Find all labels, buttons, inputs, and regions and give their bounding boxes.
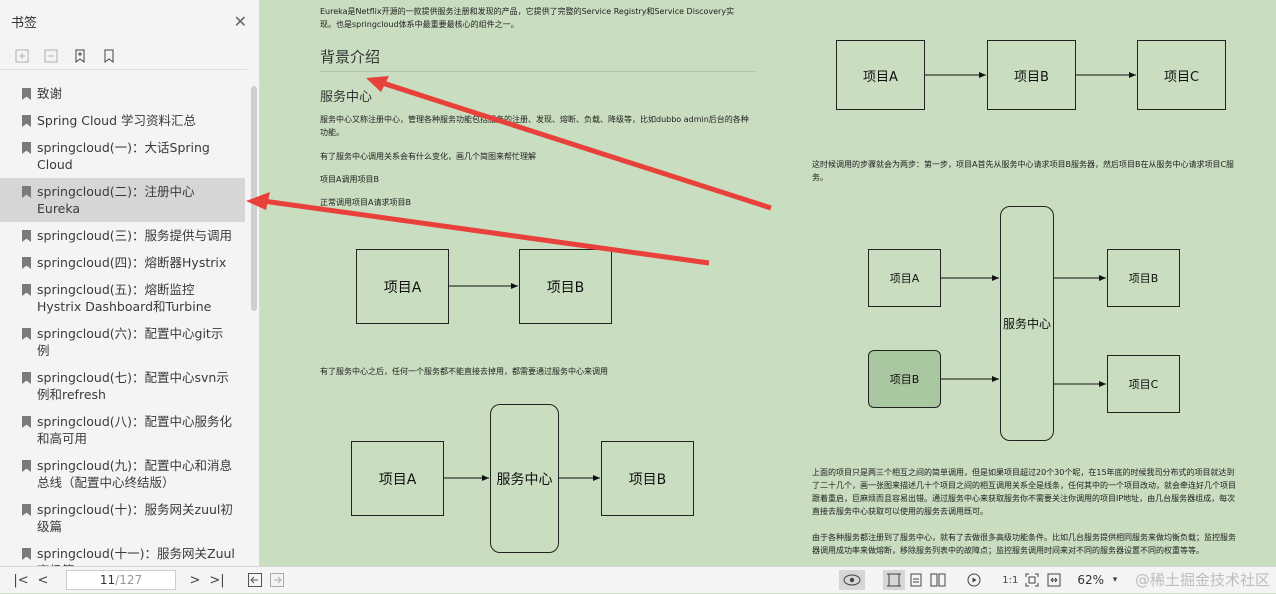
collapse-all-icon[interactable] xyxy=(43,48,59,64)
bookmark-icon[interactable] xyxy=(101,48,117,64)
bookmark-icon xyxy=(22,88,31,100)
add-bookmark-icon[interactable] xyxy=(72,48,88,64)
actual-size-icon[interactable]: 1:1 xyxy=(999,570,1021,590)
sidebar-item-label: springcloud(五)：熔断监控Hystrix Dashboard和Tur… xyxy=(37,282,212,314)
bookmark-icon xyxy=(22,460,31,472)
bookmark-icon xyxy=(22,186,31,198)
sidebar-title: 书签 xyxy=(11,15,38,31)
sidebar-item-label: springcloud(七)：配置中心svn示例和refresh xyxy=(37,370,229,402)
bookmark-list: 致谢 Spring Cloud 学习资料汇总 springcloud(一)：大话Sp… xyxy=(0,80,245,566)
sidebar-item-label: springcloud(三)：服务提供与调用 xyxy=(37,228,233,243)
bookmark-icon xyxy=(22,372,31,384)
sidebar-item[interactable]: springcloud(四)：熔断器Hystrix xyxy=(0,249,245,276)
zoom-level[interactable]: 62% xyxy=(1077,573,1104,587)
sidebar-item[interactable]: springcloud(六)：配置中心git示例 xyxy=(0,320,245,364)
bookmark-icon xyxy=(22,142,31,154)
single-page-view-icon[interactable] xyxy=(883,570,906,590)
sidebar-item[interactable]: springcloud(三)：服务提供与调用 xyxy=(0,222,245,249)
sidebar-item[interactable]: springcloud(九)：配置中心和消息总线（配置中心终结版） xyxy=(0,452,245,496)
bookmark-icon xyxy=(22,284,31,296)
sidebar-item-label: Spring Cloud 学习资料汇总 xyxy=(37,113,196,128)
bookmark-icon xyxy=(22,548,31,560)
eye-care-icon[interactable] xyxy=(839,570,866,590)
bookmark-icon xyxy=(22,257,31,269)
forward-icon[interactable] xyxy=(266,570,288,590)
page-view-icon[interactable] xyxy=(905,570,927,590)
sidebar-item[interactable]: springcloud(八)：配置中心服务化和高可用 xyxy=(0,408,245,452)
zoom-dropdown-icon[interactable]: ▾ xyxy=(1104,570,1126,590)
bookmark-icon xyxy=(22,416,31,428)
sidebar-item[interactable]: springcloud(十一)：服务网关Zuul高级篇 xyxy=(0,540,245,566)
sidebar-item-label: springcloud(十)：服务网关zuul初级篇 xyxy=(37,502,233,534)
bookmark-icon xyxy=(22,115,31,127)
bottom-toolbar: |< < 11/127 > >| 1:1 62% ▾ @稀土掘金技术社区 xyxy=(0,566,1276,593)
play-icon[interactable] xyxy=(963,570,985,590)
first-page-icon[interactable]: |< xyxy=(10,570,32,590)
sidebar-item[interactable]: springcloud(一)：大话Spring Cloud xyxy=(0,134,245,178)
last-page-icon[interactable]: >| xyxy=(206,570,228,590)
sidebar-item[interactable]: Spring Cloud 学习资料汇总 xyxy=(0,107,245,134)
prev-page-icon[interactable]: < xyxy=(32,570,54,590)
sidebar-item-label: springcloud(一)：大话Spring Cloud xyxy=(37,140,210,172)
close-icon[interactable]: ✕ xyxy=(234,12,247,31)
bookmark-icon xyxy=(22,230,31,242)
sidebar-item-label: springcloud(六)：配置中心git示例 xyxy=(37,326,224,358)
sidebar-header: 书签 ✕ xyxy=(0,0,259,42)
sidebar-item[interactable]: springcloud(七)：配置中心svn示例和refresh xyxy=(0,364,245,408)
watermark: @稀土掘金技术社区 xyxy=(1134,570,1270,589)
sidebar-item[interactable]: springcloud(十)：服务网关zuul初级篇 xyxy=(0,496,245,540)
bookmark-sidebar: 书签 ✕ 致谢 Spring Cloud 学习资料汇总 springcloud(一)… xyxy=(0,0,260,566)
sidebar-item-label: springcloud(二)：注册中心Eureka xyxy=(37,184,195,216)
fit-width-icon[interactable] xyxy=(1043,570,1065,590)
sidebar-item[interactable]: springcloud(二)：注册中心Eureka xyxy=(0,178,245,222)
expand-all-icon[interactable] xyxy=(14,48,30,64)
bookmark-icon xyxy=(22,504,31,516)
document-page: Eureka是Netflix开源的一款提供服务注册和发现的产品，它提供了完整的S… xyxy=(261,0,1276,566)
fit-page-icon[interactable] xyxy=(1021,570,1043,590)
next-page-icon[interactable]: > xyxy=(184,570,206,590)
diagram-connectors xyxy=(261,72,1136,481)
bookmark-icon xyxy=(22,328,31,340)
sidebar-item-label: springcloud(四)：熔断器Hystrix xyxy=(37,255,227,270)
page-number-input[interactable]: 11/127 xyxy=(66,570,176,590)
sidebar-item-label: 致谢 xyxy=(37,86,63,101)
sidebar-toolbar xyxy=(0,42,247,70)
back-icon[interactable] xyxy=(244,570,266,590)
annotation-arrow-head xyxy=(246,192,270,210)
double-page-icon[interactable] xyxy=(927,570,949,590)
sidebar-item[interactable]: 致谢 xyxy=(0,80,245,107)
sidebar-item-label: springcloud(十一)：服务网关Zuul高级篇 xyxy=(37,546,235,566)
sidebar-item[interactable]: springcloud(五)：熔断监控Hystrix Dashboard和Tur… xyxy=(0,276,245,320)
sidebar-item-label: springcloud(九)：配置中心和消息总线（配置中心终结版） xyxy=(37,458,233,490)
sidebar-item-label: springcloud(八)：配置中心服务化和高可用 xyxy=(37,414,233,446)
